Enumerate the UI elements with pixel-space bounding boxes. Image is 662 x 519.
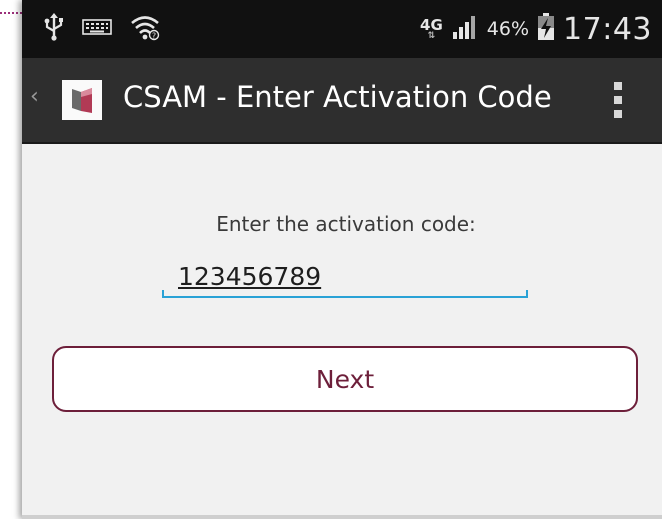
usb-icon [44,13,64,45]
page-title: CSAM - Enter Activation Code [123,80,552,114]
network-type-indicator: 4G ⇅ [420,17,443,41]
overflow-dot [614,82,622,90]
csam-logo-icon[interactable] [62,80,102,120]
next-button[interactable]: Next [52,346,638,412]
svg-text:?: ? [152,32,156,41]
screen-bottom-edge [22,515,662,519]
status-notification-icons: ? [44,10,160,48]
overflow-dot [614,96,622,104]
status-system-indicators: 4G ⇅ 46% 17:43 [420,8,652,50]
activation-code-prompt: Enter the activation code: [216,212,476,236]
input-underline-right-tick [526,290,528,298]
action-bar: ‹ CSAM - Enter Activation Code [22,58,662,144]
status-clock: 17:43 [563,11,652,47]
up-navigation-caret-icon[interactable]: ‹ [30,84,39,109]
battery-charging-icon [537,13,555,45]
battery-percentage: 46% [486,18,530,40]
input-underline-left-tick [162,290,164,298]
signal-icon [451,14,479,44]
wifi-icon: ? [130,13,160,45]
keyboard-icon [82,18,112,40]
overflow-dot [614,110,622,118]
status-bar: ? 4G ⇅ 46% 17:43 [22,0,662,58]
annotation-dotted-line [0,12,22,14]
activation-code-input[interactable] [162,254,528,298]
screenshot-page: ? 4G ⇅ 46% 17:43 ‹ CSAM - Enter Activati… [0,0,662,519]
phone-screen: ? 4G ⇅ 46% 17:43 ‹ CSAM - Enter Activati… [22,0,662,519]
activation-code-field-wrapper [162,254,528,304]
data-activity-arrows-icon: ⇅ [427,30,436,41]
input-underline [162,296,528,298]
overflow-menu-icon[interactable] [606,80,630,120]
